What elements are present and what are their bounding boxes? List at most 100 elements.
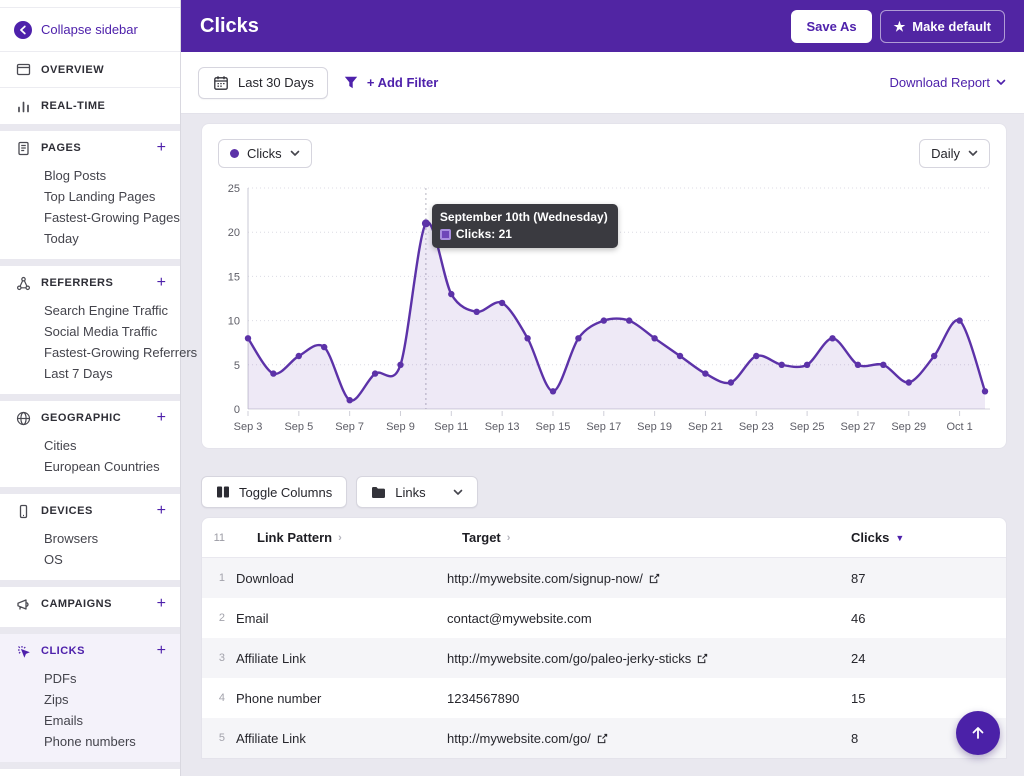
download-report-button[interactable]: Download Report: [890, 75, 1006, 90]
sidebar-item-blog-posts[interactable]: Blog Posts: [0, 165, 180, 186]
download-report-label: Download Report: [890, 75, 990, 90]
sidebar-section-header-pages[interactable]: PAGES+: [0, 131, 180, 165]
scroll-to-top-button[interactable]: [956, 711, 1000, 755]
save-as-button[interactable]: Save As: [791, 10, 871, 43]
sidebar-section-header-devices[interactable]: DEVICES+: [0, 494, 180, 528]
clicks-cell: 15: [851, 691, 1006, 706]
add-filter-button[interactable]: + Add Filter: [342, 75, 438, 91]
table-row[interactable]: 5Affiliate Linkhttp://mywebsite.com/go/8: [202, 718, 1006, 758]
sidebar-item-label: OVERVIEW: [41, 64, 104, 76]
header-actions: Save As ★ Make default: [791, 10, 1005, 43]
sidebar-section-pages: PAGES+Blog PostsTop Landing PagesFastest…: [0, 131, 180, 259]
svg-text:Sep 13: Sep 13: [485, 421, 520, 433]
page-title: Clicks: [200, 15, 791, 38]
date-range-label: Last 30 Days: [238, 75, 314, 90]
sidebar-item-european-countries[interactable]: European Countries: [0, 456, 180, 477]
sidebar-item-browsers[interactable]: Browsers: [0, 528, 180, 549]
svg-text:20: 20: [228, 227, 240, 239]
chart-tooltip: September 10th (Wednesday) Clicks: 21: [432, 204, 618, 248]
add-referrers-report-button[interactable]: +: [157, 275, 166, 291]
sidebar-item-overview[interactable]: OVERVIEW: [0, 52, 180, 88]
sort-idle-icon: ›: [507, 532, 511, 544]
sidebar-item-phone-numbers[interactable]: Phone numbers: [0, 731, 180, 752]
sidebar-section-header-geographic[interactable]: GEOGRAPHIC +: [0, 401, 180, 435]
table-controls: Toggle Columns Links: [201, 476, 1007, 508]
main-panel: Clicks Save As ★ Make default Last 30 Da…: [181, 0, 1024, 776]
sidebar-item-social-media-traffic[interactable]: Social Media Traffic: [0, 321, 180, 342]
sidebar-item-fastest-growing-referrers[interactable]: Fastest-Growing Referrers: [0, 342, 180, 363]
add-pages-report-button[interactable]: +: [157, 140, 166, 156]
collapse-sidebar-button[interactable]: Collapse sidebar: [0, 8, 180, 52]
svg-text:Sep 5: Sep 5: [284, 421, 313, 433]
svg-text:Sep 17: Sep 17: [586, 421, 621, 433]
svg-text:Sep 7: Sep 7: [335, 421, 364, 433]
sidebar-section-label: REFERRERS: [41, 277, 148, 289]
date-range-button[interactable]: Last 30 Days: [198, 67, 328, 99]
collapse-icon: [14, 22, 32, 38]
add-devices-report-button[interactable]: +: [157, 503, 166, 519]
sidebar-item-cities[interactable]: Cities: [0, 435, 180, 456]
columns-icon: [216, 485, 230, 499]
column-header-clicks[interactable]: Clicks▼: [851, 530, 1006, 545]
chart-card-header: Clicks Daily: [218, 138, 990, 168]
chevron-down-icon: [290, 150, 300, 157]
sidebar-section-label: GEOGRAPHIC: [41, 412, 148, 424]
links-dropdown[interactable]: Links: [356, 476, 478, 508]
chart-card: Clicks Daily 0510152025Sep 3Sep 5Sep 7Se…: [201, 123, 1007, 449]
toggle-columns-button[interactable]: Toggle Columns: [201, 476, 347, 508]
table-row[interactable]: 4Phone number123456789015: [202, 678, 1006, 718]
line-chart[interactable]: 0510152025Sep 3Sep 5Sep 7Sep 9Sep 11Sep …: [218, 180, 990, 438]
star-icon: ★: [894, 20, 906, 33]
links-table: 11 Link Pattern› Target› Clicks▼ 1Downlo…: [201, 517, 1007, 759]
svg-text:Sep 15: Sep 15: [536, 421, 571, 433]
sidebar-item-real-time[interactable]: REAL-TIME: [0, 88, 180, 124]
sidebar-section-header-clicks[interactable]: CLICKS +: [0, 634, 180, 668]
column-header-target[interactable]: Target›: [447, 530, 851, 545]
sidebar-item-emails[interactable]: Emails: [0, 710, 180, 731]
link-pattern-cell: Affiliate Link: [236, 651, 447, 666]
add-clicks-report-button[interactable]: +: [157, 643, 166, 659]
sidebar-item-fastest-growing-pages[interactable]: Fastest-Growing Pages: [0, 207, 180, 228]
link-pattern-cell: Affiliate Link: [236, 731, 447, 746]
add-campaigns-report-button[interactable]: +: [157, 596, 166, 612]
sidebar-item-today[interactable]: Today: [0, 228, 180, 249]
table-row[interactable]: 1Downloadhttp://mywebsite.com/signup-now…: [202, 558, 1006, 598]
sidebar-item-top-landing-pages[interactable]: Top Landing Pages: [0, 186, 180, 207]
svg-text:Sep 9: Sep 9: [386, 421, 415, 433]
sidebar-section-geographic: GEOGRAPHIC + CitiesEuropean Countries: [0, 401, 180, 487]
svg-text:Sep 27: Sep 27: [840, 421, 875, 433]
external-link-icon[interactable]: [597, 733, 608, 744]
links-dropdown-label: Links: [395, 485, 444, 500]
arrow-up-icon: [970, 725, 986, 741]
funnel-icon: [342, 75, 360, 91]
link-pattern-cell: Email: [236, 611, 447, 626]
sidebar-section-header-referrers[interactable]: REFERRERS +: [0, 266, 180, 300]
target-url: http://mywebsite.com/signup-now/: [447, 571, 643, 586]
sort-desc-icon: ▼: [895, 533, 904, 543]
make-default-button[interactable]: ★ Make default: [880, 10, 1005, 43]
sidebar-item-pdfs[interactable]: PDFs: [0, 668, 180, 689]
add-geographic-report-button[interactable]: +: [157, 410, 166, 426]
table-body: 1Downloadhttp://mywebsite.com/signup-now…: [202, 558, 1006, 758]
referrers-icon: [14, 275, 32, 291]
interval-dropdown[interactable]: Daily: [919, 139, 990, 168]
metric-dropdown[interactable]: Clicks: [218, 139, 312, 168]
filter-bar: Last 30 Days + Add Filter Download Repor…: [181, 52, 1024, 114]
page-header: Clicks Save As ★ Make default: [181, 0, 1024, 52]
sidebar-top-block: Collapse sidebar OVERVIEW REAL-TIME: [0, 0, 180, 124]
sidebar-item-last-7-days[interactable]: Last 7 Days: [0, 363, 180, 384]
sidebar-item-zips[interactable]: Zips: [0, 689, 180, 710]
external-link-icon[interactable]: [697, 653, 708, 664]
sidebar-section-campaigns: CAMPAIGNS+: [0, 587, 180, 627]
target-cell: http://mywebsite.com/go/: [447, 731, 851, 746]
sidebar-item-os[interactable]: OS: [0, 549, 180, 570]
table-row[interactable]: 3Affiliate Linkhttp://mywebsite.com/go/p…: [202, 638, 1006, 678]
chevron-down-icon: [453, 489, 463, 496]
table-row[interactable]: 2Emailcontact@mywebsite.com46: [202, 598, 1006, 638]
sidebar-section-label: CLICKS: [41, 645, 148, 657]
svg-text:Sep 29: Sep 29: [891, 421, 926, 433]
sidebar-section-header-campaigns[interactable]: CAMPAIGNS+: [0, 587, 180, 621]
sidebar-item-search-engine-traffic[interactable]: Search Engine Traffic: [0, 300, 180, 321]
column-header-link-pattern[interactable]: Link Pattern›: [236, 530, 447, 545]
external-link-icon[interactable]: [649, 573, 660, 584]
